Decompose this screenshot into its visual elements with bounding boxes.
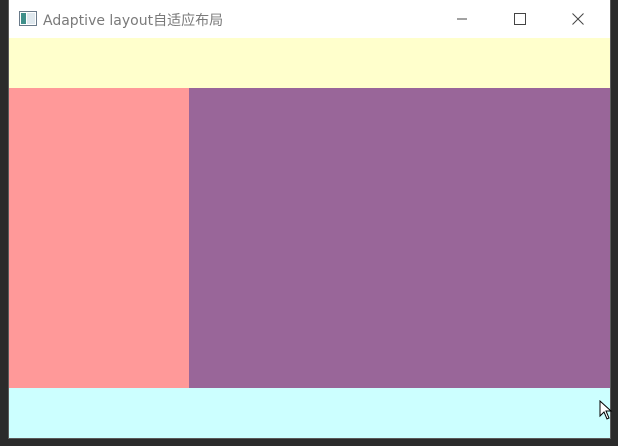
sidebar-region (9, 88, 189, 388)
minimize-button[interactable] (433, 0, 491, 38)
window-title: Adaptive layout自适应布局 (43, 13, 224, 29)
close-button[interactable] (549, 0, 607, 38)
app-window-icon (19, 11, 37, 26)
maximize-button[interactable] (491, 0, 549, 38)
title-bar[interactable]: Adaptive layout自适应布局 (9, 0, 610, 38)
header-region (9, 38, 610, 88)
app-window: Adaptive layout自适应布局 (9, 0, 610, 438)
content-region (189, 88, 610, 388)
maximize-icon (514, 13, 526, 25)
footer-region (9, 388, 610, 438)
minimize-icon (457, 18, 467, 20)
close-icon (572, 13, 584, 25)
mouse-cursor-icon (599, 400, 613, 420)
